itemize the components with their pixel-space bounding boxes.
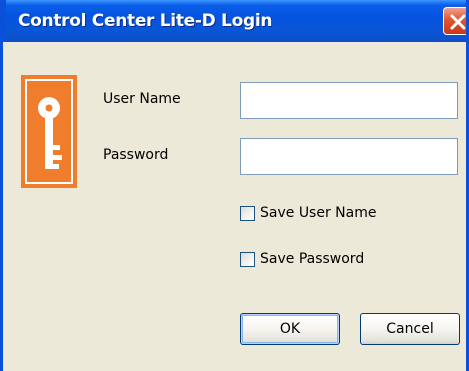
save-password-option[interactable]: Save Password bbox=[240, 251, 364, 267]
password-label: Password bbox=[103, 147, 169, 163]
cancel-button[interactable]: Cancel bbox=[360, 313, 460, 345]
save-username-label: Save User Name bbox=[260, 205, 377, 221]
save-password-label: Save Password bbox=[260, 251, 365, 267]
title-bar[interactable]: Control Center Lite-D Login bbox=[3, 0, 466, 42]
save-username-option[interactable]: Save User Name bbox=[240, 205, 376, 221]
close-icon bbox=[450, 14, 466, 30]
close-button[interactable] bbox=[443, 7, 466, 35]
password-input[interactable] bbox=[240, 138, 458, 175]
window-title: Control Center Lite-D Login bbox=[18, 11, 273, 31]
ok-button[interactable]: OK bbox=[240, 313, 340, 345]
save-password-checkbox[interactable] bbox=[240, 251, 255, 267]
save-username-checkbox[interactable] bbox=[240, 205, 255, 221]
username-input[interactable] bbox=[240, 82, 458, 119]
key-icon bbox=[21, 75, 77, 188]
login-dialog: Control Center Lite-D Login User Name Pa… bbox=[0, 0, 469, 371]
username-label: User Name bbox=[103, 91, 181, 107]
